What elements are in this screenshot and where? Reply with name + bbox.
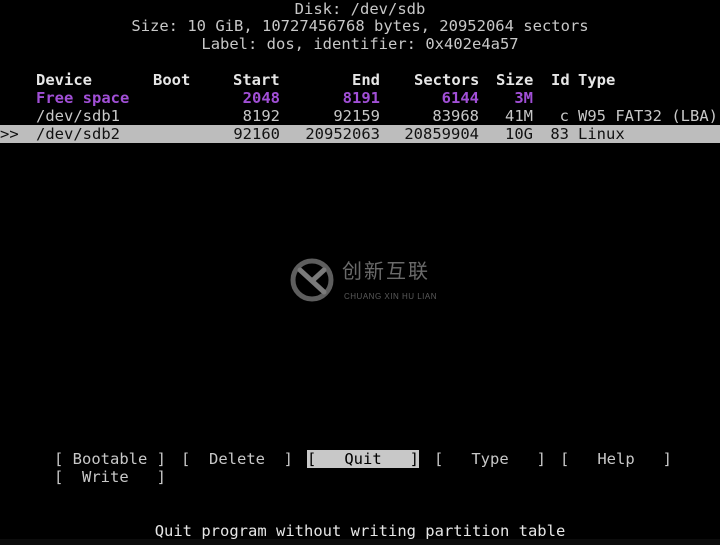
col-start-header: Start [233,71,280,89]
row-start: 8192 [242,107,280,125]
col-id-header: Id [551,71,570,89]
row-size: 10G [505,125,533,143]
watermark: 创新互联 CHUANG XIN HU LIAN [290,258,470,308]
partition-row-free-space[interactable]: Free space 2048 8191 6144 3M [0,89,720,107]
row-start: 2048 [242,89,280,107]
col-boot-header: Boot [153,71,191,89]
type-button[interactable]: [ Type ] [434,450,546,468]
partition-row-sdb2-selected[interactable]: >> /dev/sdb2 92160 20952063 20859904 10G… [0,125,720,143]
col-device-header: Device [36,71,92,89]
row-device: /dev/sdb1 [36,107,120,125]
watermark-en-text: CHUANG XIN HU LIAN [344,292,438,301]
row-end: 8191 [342,89,380,107]
col-end-header: End [352,71,380,89]
row-sectors: 83968 [432,107,479,125]
row-start: 92160 [233,125,280,143]
row-type: Linux [578,125,625,143]
row-sectors: 6144 [441,89,479,107]
partition-row-sdb1[interactable]: /dev/sdb1 8192 92159 83968 41M c W95 FAT… [0,107,720,125]
watermark-logo-icon [290,258,334,302]
disk-title: Disk: /dev/sdb [294,0,426,18]
table-header: Device Boot Start End Sectors Size Id Ty… [0,71,720,89]
row-end: 92159 [333,107,380,125]
row-device: Free space [36,89,130,107]
delete-button[interactable]: [ Delete ] [181,450,293,468]
row-marker: >> [0,125,19,143]
bootable-button[interactable]: [ Bootable ] [54,450,166,468]
help-button[interactable]: [ Help ] [560,450,672,468]
watermark-cn-text: 创新互联 [342,259,430,283]
quit-button[interactable]: [ Quit ] [307,450,419,468]
disk-size-info: Size: 10 GiB, 10727456768 bytes, 2095206… [131,17,589,35]
bottom-border [0,539,720,545]
row-size: 41M [505,107,533,125]
row-type: W95 FAT32 (LBA) [578,107,718,125]
row-device: /dev/sdb2 [36,125,120,143]
row-id: 83 [550,125,569,143]
disk-label-info: Label: dos, identifier: 0x402e4a57 [201,35,519,53]
row-id: c [559,107,569,125]
row-sectors: 20859904 [404,125,479,143]
col-type-header: Type [578,71,616,89]
write-button[interactable]: [ Write ] [54,468,166,486]
status-message: Quit program without writing partition t… [154,522,566,540]
row-end: 20952063 [305,125,380,143]
col-sectors-header: Sectors [414,71,480,89]
row-size: 3M [514,89,533,107]
col-size-header: Size [496,71,534,89]
